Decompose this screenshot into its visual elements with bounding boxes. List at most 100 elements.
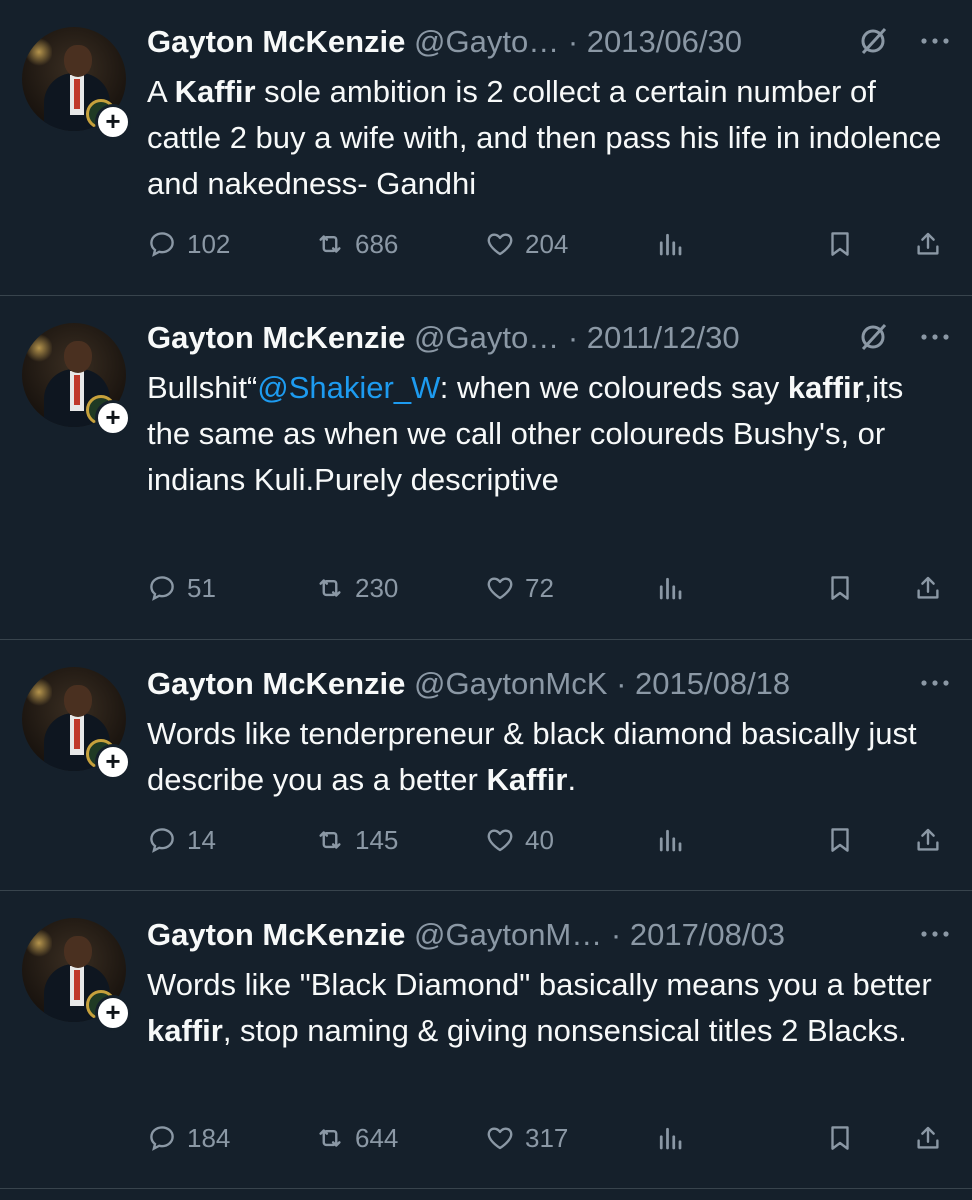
share-icon xyxy=(917,1126,939,1149)
heart-icon xyxy=(487,577,513,600)
like-button[interactable]: 204 xyxy=(485,226,568,262)
reply-button[interactable]: 51 xyxy=(147,570,216,606)
action-bar: 184 644 317 xyxy=(147,1120,947,1156)
reply-button[interactable]: 184 xyxy=(147,1120,230,1156)
author-handle[interactable]: @GaytonMcK xyxy=(414,666,607,701)
tweet-header: Gayton McKenzie @GaytonMcK · 2015/08/18 xyxy=(147,664,950,704)
share-icon xyxy=(917,828,939,851)
views-button[interactable] xyxy=(655,570,695,606)
reply-count: 14 xyxy=(187,825,216,855)
heart-icon xyxy=(487,829,513,852)
bold-keyword: Kaffir xyxy=(174,74,256,109)
retweet-count: 686 xyxy=(355,229,399,259)
tweet-text: A Kaffir sole ambition is 2 collect a ce… xyxy=(147,74,942,201)
bookmark-button[interactable] xyxy=(825,226,865,262)
reply-button[interactable]: 102 xyxy=(147,226,230,262)
action-bar: 14 145 40 xyxy=(147,822,947,858)
follow-plus-icon[interactable]: + xyxy=(95,400,131,436)
retweet-count: 145 xyxy=(355,825,399,855)
author-handle[interactable]: @Gayto… xyxy=(414,24,559,59)
reply-icon xyxy=(150,576,174,601)
tweet-text: Bullshit“@Shakier_W: when we coloureds s… xyxy=(147,370,904,497)
separator: · xyxy=(567,320,579,355)
like-button[interactable]: 72 xyxy=(485,570,554,606)
analytics-icon xyxy=(659,233,682,256)
reply-icon xyxy=(150,232,174,257)
bookmark-icon xyxy=(831,576,849,600)
reply-count: 184 xyxy=(187,1123,231,1153)
views-button[interactable] xyxy=(655,226,695,262)
follow-plus-icon[interactable]: + xyxy=(95,104,131,140)
retweet-count: 230 xyxy=(355,573,399,603)
analytics-icon xyxy=(659,1127,682,1150)
author-name[interactable]: Gayton McKenzie xyxy=(147,320,405,355)
separator: · xyxy=(610,917,622,952)
tweet[interactable]: + Gayton McKenzie @GaytonMcK · 2015/08/1… xyxy=(0,640,972,891)
heart-icon xyxy=(487,1127,513,1150)
reply-icon xyxy=(150,1126,174,1151)
reply-icon xyxy=(150,828,174,853)
like-button[interactable]: 317 xyxy=(485,1120,568,1156)
more-icon[interactable] xyxy=(920,929,950,939)
bookmark-icon xyxy=(831,1126,849,1150)
bookmark-button[interactable] xyxy=(825,1120,865,1156)
tweet-date[interactable]: 2017/08/03 xyxy=(630,917,785,952)
bookmark-icon xyxy=(831,232,849,256)
author-name[interactable]: Gayton McKenzie xyxy=(147,666,405,701)
grok-icon[interactable] xyxy=(858,322,888,352)
action-bar: 51 230 72 xyxy=(147,570,947,606)
author-handle[interactable]: @GaytonM… xyxy=(414,917,602,952)
retweet-button[interactable]: 644 xyxy=(315,1120,398,1156)
share-icon xyxy=(917,576,939,599)
retweet-count: 644 xyxy=(355,1123,399,1153)
tweet-date[interactable]: 2015/08/18 xyxy=(635,666,790,701)
more-icon[interactable] xyxy=(920,36,950,46)
share-button[interactable] xyxy=(913,570,953,606)
share-button[interactable] xyxy=(913,226,953,262)
author-handle[interactable]: @Gayto… xyxy=(414,320,559,355)
retweet-button[interactable]: 230 xyxy=(315,570,398,606)
bookmark-button[interactable] xyxy=(825,570,865,606)
analytics-icon xyxy=(659,577,682,600)
share-button[interactable] xyxy=(913,1120,953,1156)
retweet-icon xyxy=(319,235,341,253)
views-button[interactable] xyxy=(655,1120,695,1156)
retweet-icon xyxy=(319,1129,341,1147)
views-button[interactable] xyxy=(655,822,695,858)
mention-link[interactable]: @Shakier_W xyxy=(257,370,440,405)
action-bar: 102 686 204 xyxy=(147,226,947,262)
grok-icon[interactable] xyxy=(858,26,888,56)
more-icon[interactable] xyxy=(920,332,950,342)
tweet-header: Gayton McKenzie @GaytonM… · 2017/08/03 xyxy=(147,915,950,955)
tweet[interactable]: + Gayton McKenzie @Gayto… · 2013/06/30 A… xyxy=(0,0,972,296)
follow-plus-icon[interactable]: + xyxy=(95,995,131,1031)
tweet-header: Gayton McKenzie @Gayto… · 2013/06/30 xyxy=(147,22,950,62)
tweet[interactable]: + Gayton McKenzie @Gayto… · 2011/12/30 B… xyxy=(0,296,972,640)
share-button[interactable] xyxy=(913,822,953,858)
separator: · xyxy=(567,24,579,59)
bold-keyword: kaffir xyxy=(147,1013,223,1048)
tweet-date[interactable]: 2013/06/30 xyxy=(587,24,742,59)
separator: · xyxy=(616,666,627,701)
analytics-icon xyxy=(659,829,682,852)
retweet-button[interactable]: 686 xyxy=(315,226,398,262)
timeline: + Gayton McKenzie @Gayto… · 2013/06/30 A… xyxy=(0,0,972,1200)
author-name[interactable]: Gayton McKenzie xyxy=(147,24,405,59)
tweet[interactable]: + Gayton McKenzie @GaytonM… · 2017/08/03… xyxy=(0,891,972,1189)
like-button[interactable]: 40 xyxy=(485,822,554,858)
follow-plus-icon[interactable]: + xyxy=(95,744,131,780)
retweet-icon xyxy=(319,579,341,597)
bookmark-button[interactable] xyxy=(825,822,865,858)
tweet-date[interactable]: 2011/12/30 xyxy=(587,320,740,355)
tweet-header: Gayton McKenzie @Gayto… · 2011/12/30 xyxy=(147,318,950,358)
share-icon xyxy=(917,232,939,255)
like-count: 72 xyxy=(525,573,554,603)
more-icon[interactable] xyxy=(920,678,950,688)
tweet-text: Words like tenderpreneur & black diamond… xyxy=(147,716,917,797)
reply-button[interactable]: 14 xyxy=(147,822,216,858)
author-name[interactable]: Gayton McKenzie xyxy=(147,917,405,952)
retweet-icon xyxy=(319,831,341,849)
retweet-button[interactable]: 145 xyxy=(315,822,398,858)
tweet-text: Words like "Black Diamond" basically mea… xyxy=(147,967,932,1048)
bold-keyword: Kaffir xyxy=(486,762,568,797)
